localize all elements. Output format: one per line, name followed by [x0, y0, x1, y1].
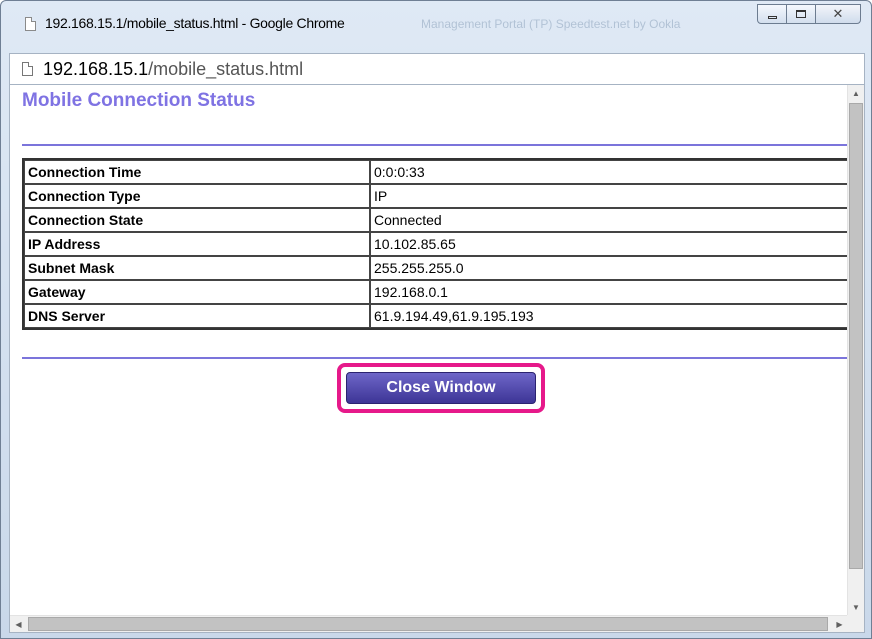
minimize-button[interactable]: [757, 4, 787, 24]
url-path: /mobile_status.html: [148, 59, 304, 79]
row-label: Gateway: [24, 280, 370, 304]
table-row: Connection Time 0:0:0:33: [24, 160, 848, 184]
window-controls: ✕: [757, 4, 861, 26]
divider-bottom: [22, 357, 848, 359]
table-row: Subnet Mask 255.255.255.0: [24, 256, 848, 280]
row-label: IP Address: [24, 232, 370, 256]
close-window-control[interactable]: ✕: [815, 4, 861, 24]
page-icon: [22, 62, 33, 76]
scroll-down-icon[interactable]: ▼: [848, 599, 864, 616]
horizontal-scrollbar[interactable]: ◀ ▶: [10, 615, 848, 632]
row-label: Connection Type: [24, 184, 370, 208]
title-bar[interactable]: 192.168.15.1/mobile_status.html - Google…: [1, 1, 871, 53]
table-row: Connection State Connected: [24, 208, 848, 232]
window-title: 192.168.15.1/mobile_status.html - Google…: [45, 15, 345, 31]
row-value: 192.168.0.1: [370, 280, 848, 304]
status-table: Connection Time 0:0:0:33 Connection Type IP…: [22, 158, 848, 330]
table-row: DNS Server 61.9.194.49,61.9.195.193: [24, 304, 848, 328]
row-label: DNS Server: [24, 304, 370, 328]
maximize-button[interactable]: [786, 4, 816, 24]
table-row: IP Address 10.102.85.65: [24, 232, 848, 256]
page-viewport: Mobile Connection Status Connection Time…: [9, 85, 865, 633]
browser-window: 192.168.15.1/mobile_status.html - Google…: [0, 0, 872, 639]
row-value: 0:0:0:33: [370, 160, 848, 184]
page-icon: [25, 17, 36, 31]
row-label: Connection Time: [24, 160, 370, 184]
row-label: Connection State: [24, 208, 370, 232]
row-value: 10.102.85.65: [370, 232, 848, 256]
url-text[interactable]: 192.168.15.1/mobile_status.html: [43, 59, 303, 80]
table-row: Connection Type IP: [24, 184, 848, 208]
address-bar[interactable]: 192.168.15.1/mobile_status.html: [9, 53, 865, 85]
table-row: Gateway 192.168.0.1: [24, 280, 848, 304]
maximize-icon: [796, 10, 806, 18]
row-value: 61.9.194.49,61.9.195.193: [370, 304, 848, 328]
scroll-up-icon[interactable]: ▲: [848, 85, 864, 102]
scroll-right-icon[interactable]: ▶: [831, 616, 848, 632]
scroll-left-icon[interactable]: ◀: [10, 616, 27, 632]
vertical-scroll-thumb[interactable]: [849, 103, 863, 569]
row-value: IP: [370, 184, 848, 208]
close-icon: ✕: [832, 6, 844, 22]
divider-top: [22, 144, 848, 146]
row-label: Subnet Mask: [24, 256, 370, 280]
horizontal-scroll-thumb[interactable]: [28, 617, 828, 631]
row-value: Connected: [370, 208, 848, 232]
vertical-scrollbar[interactable]: ▲ ▼: [847, 85, 864, 616]
page-content: Mobile Connection Status Connection Time…: [10, 85, 848, 616]
url-host: 192.168.15.1: [43, 59, 149, 79]
page-title: Mobile Connection Status: [22, 90, 256, 111]
background-tab-text: Management Portal (TP) Speedtest.net by …: [421, 17, 681, 31]
close-window-button[interactable]: Close Window: [346, 372, 536, 404]
row-value: 255.255.255.0: [370, 256, 848, 280]
scrollbar-corner: [847, 615, 864, 632]
minimize-icon: [767, 15, 777, 19]
